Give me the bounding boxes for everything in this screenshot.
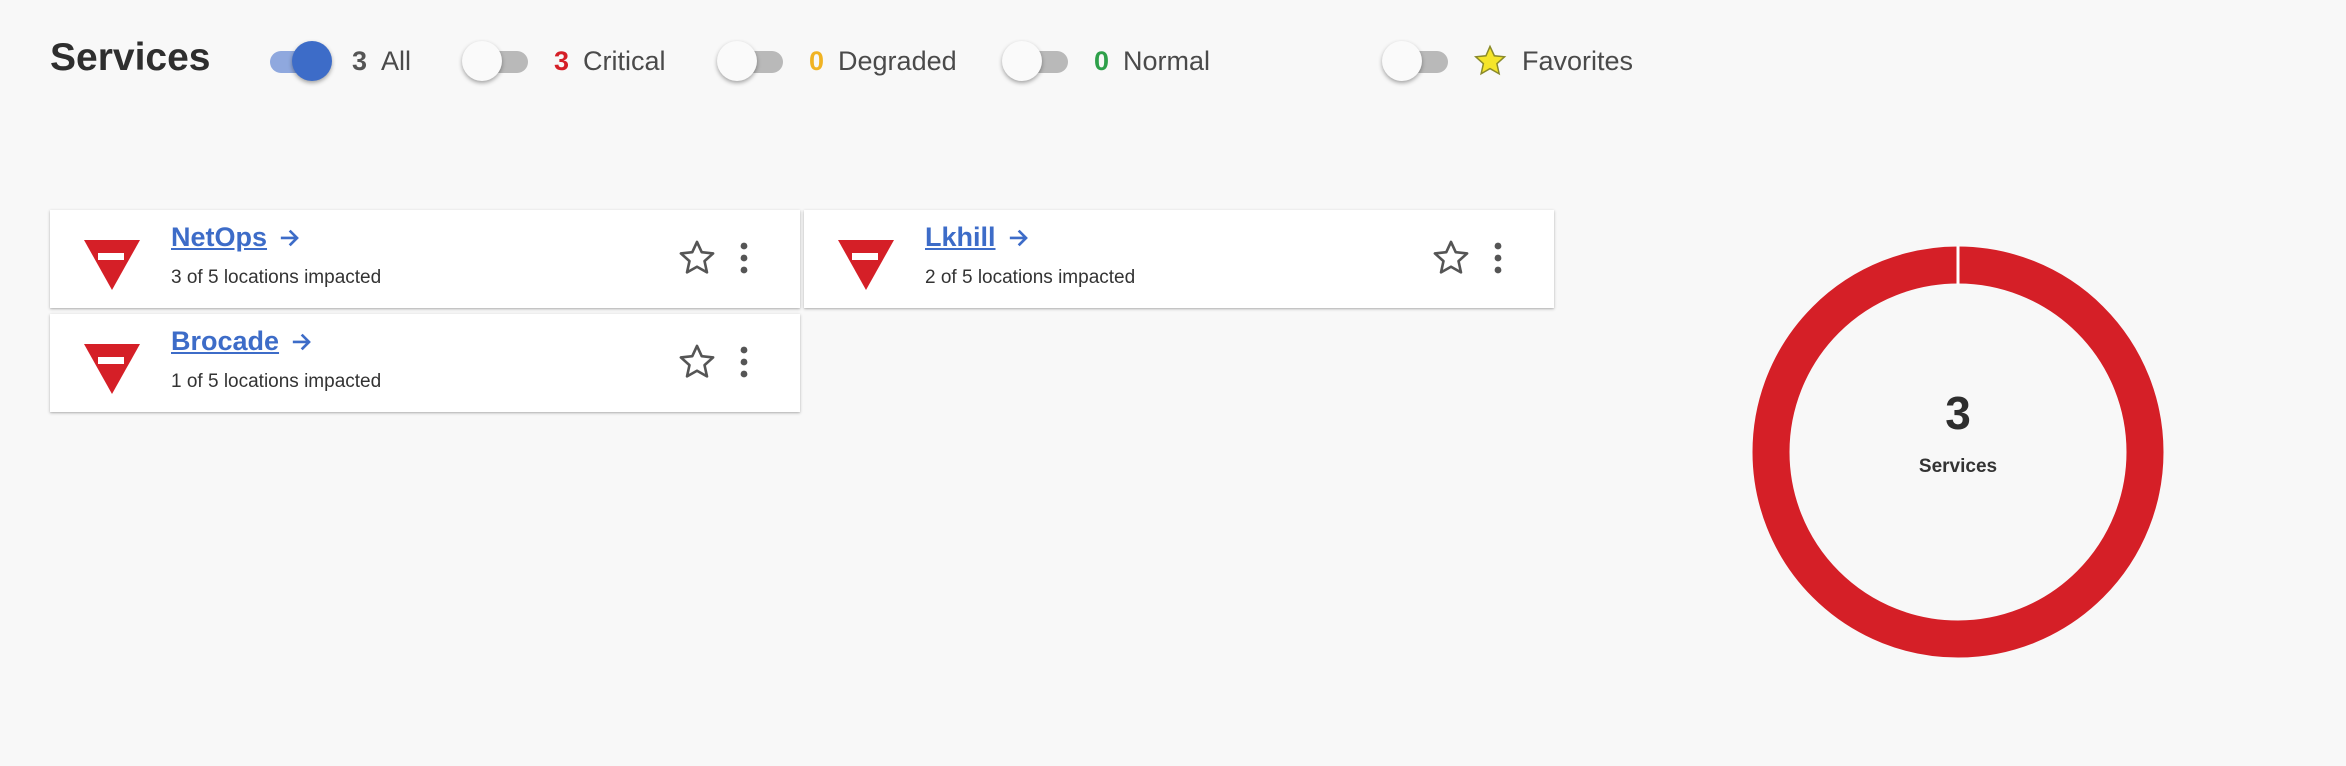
filter-normal-count: 0 [1094,45,1110,76]
toggle-normal[interactable] [1002,38,1074,84]
star-outline-icon[interactable] [676,341,718,383]
service-impact-text: 2 of 5 locations impacted [925,267,1136,288]
donut-total-count: 3 [1945,387,1971,439]
toggle-degraded[interactable] [717,38,789,84]
toggle-all[interactable] [260,38,332,84]
star-icon [1473,44,1507,76]
service-name-link[interactable]: NetOps [171,222,267,253]
service-name-row: Lkhill [925,222,1030,253]
arrow-right-icon[interactable] [1008,227,1030,249]
filter-normal-label: Normal [1123,45,1211,76]
filter-degraded-count: 0 [809,45,825,76]
filter-all-count: 3 [352,45,368,76]
filter-degraded-label: Degraded [838,45,957,76]
star-outline-icon[interactable] [1430,237,1472,279]
service-impact-text: 3 of 5 locations impacted [171,267,382,288]
toggle-critical[interactable] [462,38,534,84]
filter-all-label: All [381,45,412,76]
donut-total-label: Services [1918,456,1998,477]
donut-segment-critical [1752,246,2164,658]
service-name-link[interactable]: Lkhill [925,222,996,253]
service-name-row: NetOps [171,222,301,253]
filter-all[interactable]: 3 All [260,38,411,84]
arrow-right-icon[interactable] [291,331,313,353]
donut-svg [1752,245,2164,658]
service-name-link[interactable]: Brocade [171,326,279,357]
critical-status-icon [838,240,894,290]
more-vert-icon[interactable] [738,241,750,275]
arrow-right-icon[interactable] [279,227,301,249]
service-card-brocade[interactable]: Brocade 1 of 5 locations impacted [50,314,800,412]
filter-favorites[interactable]: Favorites [1382,38,1633,84]
star-outline-icon[interactable] [676,237,718,279]
toggle-favorites[interactable] [1382,38,1454,84]
service-name-row: Brocade [171,326,313,357]
more-vert-icon[interactable] [738,345,750,379]
filter-normal[interactable]: 0 Normal [1002,38,1210,84]
filter-critical-count: 3 [554,45,570,76]
filter-favorites-label: Favorites [1522,45,1634,76]
service-card-netops[interactable]: NetOps 3 of 5 locations impacted [50,210,800,308]
service-impact-text: 1 of 5 locations impacted [171,371,382,392]
page-title: Services [50,36,211,79]
service-card-lkhill[interactable]: Lkhill 2 of 5 locations impacted [804,210,1554,308]
filter-critical-label: Critical [583,45,666,76]
critical-status-icon [84,240,140,290]
filter-degraded[interactable]: 0 Degraded [717,38,957,84]
critical-status-icon [84,344,140,394]
filter-critical[interactable]: 3 Critical [462,38,666,84]
more-vert-icon[interactable] [1492,241,1504,275]
services-donut-chart: 3 Services [1752,245,2164,658]
